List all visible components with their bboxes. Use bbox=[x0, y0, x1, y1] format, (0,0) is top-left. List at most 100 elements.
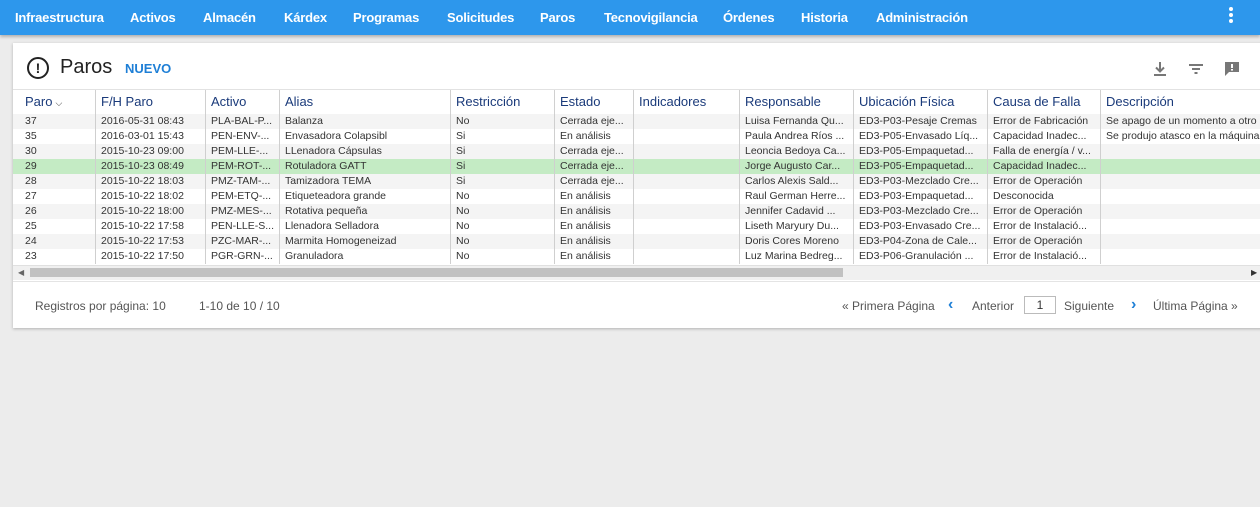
nav-paros[interactable]: Paros bbox=[540, 0, 575, 35]
nav-tecnovigilancia[interactable]: Tecnovigilancia bbox=[604, 0, 698, 35]
col-alias[interactable]: Alias bbox=[279, 90, 450, 114]
cell-estado: Cerrada eje... bbox=[554, 144, 633, 159]
cell-estado: Cerrada eje... bbox=[554, 174, 633, 189]
table-row[interactable]: 35 2016-03-01 15:43 PEN-ENV-... Envasadora … bbox=[13, 129, 1260, 144]
cell-estado: En análisis bbox=[554, 219, 633, 234]
cell-ubicacion: ED3-P05-Empaquetad... bbox=[853, 159, 987, 174]
cell-activo: PLA-BAL-P... bbox=[205, 114, 279, 129]
cell-descripcion bbox=[1100, 234, 1260, 249]
feedback-icon[interactable] bbox=[1222, 59, 1242, 79]
table-row[interactable]: 27 2015-10-22 18:02 PEM-ETQ-... Etiqueteado… bbox=[13, 189, 1260, 204]
scroll-right-icon[interactable]: ▶ bbox=[1251, 268, 1257, 277]
cell-estado: En análisis bbox=[554, 189, 633, 204]
col-indicadores[interactable]: Indicadores bbox=[633, 90, 739, 114]
cell-estado: En análisis bbox=[554, 129, 633, 144]
cell-causa: Error de Instalació... bbox=[987, 249, 1100, 264]
cell-indicadores bbox=[633, 129, 739, 144]
cell-causa: Error de Operación bbox=[987, 174, 1100, 189]
cell-alias: Rotuladora GATT bbox=[279, 159, 450, 174]
cell-ubicacion: ED3-P05-Envasado Líq... bbox=[853, 129, 987, 144]
cell-ubicacion: ED3-P03-Mezclado Cre... bbox=[853, 204, 987, 219]
col-causa[interactable]: Causa de Falla bbox=[987, 90, 1100, 114]
next-page-link[interactable]: Siguiente bbox=[1064, 299, 1114, 313]
nav-administracion[interactable]: Administración bbox=[876, 0, 968, 35]
cell-indicadores bbox=[633, 204, 739, 219]
col-responsable[interactable]: Responsable bbox=[739, 90, 853, 114]
col-activo[interactable]: Activo bbox=[205, 90, 279, 114]
table-row[interactable]: 24 2015-10-22 17:53 PZC-MAR-... Marmita Hom… bbox=[13, 234, 1260, 249]
cell-restriccion: No bbox=[450, 114, 554, 129]
cell-estado: En análisis bbox=[554, 234, 633, 249]
cell-responsable: Doris Cores Moreno bbox=[739, 234, 853, 249]
cell-descripcion: Se produjo atasco en la máquina bbox=[1100, 129, 1260, 144]
table-row[interactable]: 30 2015-10-23 09:00 PEM-LLE-... LLenadora C… bbox=[13, 144, 1260, 159]
table-row[interactable]: 28 2015-10-22 18:03 PMZ-TAM-... Tamizadora … bbox=[13, 174, 1260, 189]
rows-per-page[interactable]: Registros por página: 10 bbox=[35, 299, 166, 313]
cell-paro: 27 bbox=[25, 190, 37, 202]
table-body: 37 2016-05-31 08:43 PLA-BAL-P... Balanza No C… bbox=[13, 114, 1260, 264]
nav-solicitudes[interactable]: Solicitudes bbox=[447, 0, 514, 35]
nav-almacen[interactable]: Almacén bbox=[203, 0, 256, 35]
nav-activos[interactable]: Activos bbox=[130, 0, 176, 35]
col-restriccion[interactable]: Restricción bbox=[450, 90, 554, 114]
chevron-right-icon[interactable]: › bbox=[1131, 296, 1136, 314]
horizontal-scrollbar[interactable]: ◀ ▶ bbox=[13, 265, 1260, 280]
scrollbar-thumb[interactable] bbox=[30, 268, 843, 277]
first-page-link[interactable]: « Primera Página bbox=[842, 299, 935, 313]
table-row[interactable]: 29 2015-10-23 08:49 PEM-ROT-... Rotuladora … bbox=[13, 159, 1260, 174]
download-icon[interactable] bbox=[1150, 59, 1170, 79]
cell-estado: En análisis bbox=[554, 249, 633, 264]
chevron-left-icon[interactable]: ‹ bbox=[948, 296, 953, 314]
cell-fh-paro: 2015-10-22 18:03 bbox=[95, 174, 205, 189]
cell-paro: 23 bbox=[25, 250, 37, 262]
cell-alias: Marmita Homogeneizad bbox=[279, 234, 450, 249]
page-number-input[interactable] bbox=[1024, 296, 1056, 314]
cell-paro: 30 bbox=[25, 145, 37, 157]
col-ubicacion[interactable]: Ubicación Física bbox=[853, 90, 987, 114]
scroll-left-icon[interactable]: ◀ bbox=[18, 268, 24, 277]
cell-fh-paro: 2015-10-22 18:00 bbox=[95, 204, 205, 219]
table-row[interactable]: 23 2015-10-22 17:50 PGR-GRN-... Granuladora… bbox=[13, 249, 1260, 264]
table-row[interactable]: 37 2016-05-31 08:43 PLA-BAL-P... Balanza No C… bbox=[13, 114, 1260, 129]
cell-alias: Envasadora Colapsibl bbox=[279, 129, 450, 144]
nav-programas[interactable]: Programas bbox=[353, 0, 419, 35]
prev-page-link[interactable]: Anterior bbox=[972, 299, 1014, 313]
nav-historia[interactable]: Historia bbox=[801, 0, 848, 35]
nav-ordenes[interactable]: Órdenes bbox=[723, 0, 775, 35]
nav-kardex[interactable]: Kárdex bbox=[284, 0, 327, 35]
col-paro[interactable]: Paro ⌵ bbox=[13, 90, 95, 114]
cell-ubicacion: ED3-P04-Zona de Cale... bbox=[853, 234, 987, 249]
filter-icon[interactable] bbox=[1186, 59, 1206, 79]
cell-responsable: Luz Marina Bedreg... bbox=[739, 249, 853, 264]
pagination-bar: Registros por página: 10 1-10 de 10 / 10… bbox=[13, 281, 1260, 329]
cell-alias: Tamizadora TEMA bbox=[279, 174, 450, 189]
cell-indicadores bbox=[633, 159, 739, 174]
new-button[interactable]: NUEVO bbox=[125, 61, 171, 76]
cell-responsable: Jennifer Cadavid ... bbox=[739, 204, 853, 219]
page-range: 1-10 de 10 / 10 bbox=[199, 299, 280, 313]
cell-descripcion bbox=[1100, 159, 1260, 174]
cell-descripcion bbox=[1100, 204, 1260, 219]
cell-causa: Error de Operación bbox=[987, 204, 1100, 219]
cell-causa: Error de Fabricación bbox=[987, 114, 1100, 129]
cell-activo: PGR-GRN-... bbox=[205, 249, 279, 264]
cell-indicadores bbox=[633, 144, 739, 159]
cell-activo: PEN-LLE-S... bbox=[205, 219, 279, 234]
last-page-link[interactable]: Última Página » bbox=[1153, 299, 1238, 313]
more-vert-icon[interactable] bbox=[1224, 5, 1238, 27]
cell-fh-paro: 2015-10-22 17:58 bbox=[95, 219, 205, 234]
col-fh-paro[interactable]: F/H Paro bbox=[95, 90, 205, 114]
cell-estado: En análisis bbox=[554, 204, 633, 219]
cell-indicadores bbox=[633, 189, 739, 204]
table-row[interactable]: 25 2015-10-22 17:58 PEN-LLE-S... Llenadora … bbox=[13, 219, 1260, 234]
col-estado[interactable]: Estado bbox=[554, 90, 633, 114]
col-descripcion[interactable]: Descripción bbox=[1100, 90, 1260, 114]
cell-fh-paro: 2016-03-01 15:43 bbox=[95, 129, 205, 144]
cell-activo: PMZ-MES-... bbox=[205, 204, 279, 219]
cell-causa: Error de Operación bbox=[987, 234, 1100, 249]
cell-restriccion: No bbox=[450, 219, 554, 234]
nav-infraestructura[interactable]: Infraestructura bbox=[15, 0, 104, 35]
table-row[interactable]: 26 2015-10-22 18:00 PMZ-MES-... Rotativa pe… bbox=[13, 204, 1260, 219]
cell-alias: Balanza bbox=[279, 114, 450, 129]
cell-paro: 29 bbox=[25, 160, 37, 172]
